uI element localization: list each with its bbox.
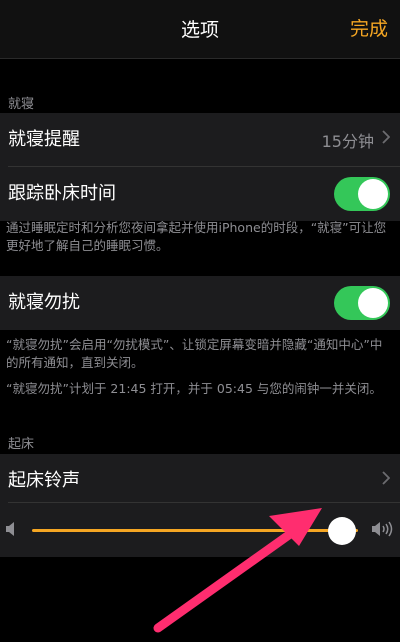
dnd-note: “就寝勿扰”会启用“勿扰模式”、让锁定屏幕变暗并隐藏“通知中心”中的所有通知，直… xyxy=(6,337,383,370)
wake-sound-label: 起床铃声 xyxy=(8,470,80,491)
dnd-label: 就寝勿扰 xyxy=(8,292,80,313)
dnd-row: 就寝勿扰 xyxy=(0,276,400,330)
bedtime-reminder-value: 15分钟 xyxy=(321,132,374,151)
volume-slider-track[interactable] xyxy=(32,529,358,532)
bedtime-reminder-row[interactable]: 就寝提醒 15分钟 xyxy=(0,113,400,167)
track-time-in-bed-toggle[interactable] xyxy=(334,177,390,211)
done-button[interactable]: 完成 xyxy=(350,14,388,41)
toggle-knob xyxy=(358,179,388,209)
nav-bar: 选项 完成 xyxy=(0,0,400,59)
speaker-high-icon xyxy=(372,521,394,541)
wake-sound-row[interactable]: 起床铃声 xyxy=(0,454,400,508)
track-time-in-bed-label: 跟踪卧床时间 xyxy=(8,183,116,204)
chevron-right-icon xyxy=(382,128,391,149)
dnd-toggle[interactable] xyxy=(334,286,390,320)
speaker-low-icon xyxy=(6,521,16,541)
track-time-in-bed-row: 跟踪卧床时间 xyxy=(0,167,400,221)
chevron-right-icon xyxy=(382,469,391,490)
section-header-wake: 起床 xyxy=(8,437,35,452)
page-title: 选项 xyxy=(180,19,219,41)
toggle-knob xyxy=(358,288,388,318)
dnd-schedule-note: “就寝勿扰”计划于 21:45 打开，并于 05:45 与您的闹钟一并关闭。 xyxy=(6,381,382,396)
volume-slider-thumb[interactable] xyxy=(328,517,356,545)
bedtime-footnote: 通过睡眠定时和分析您夜间拿起并使用iPhone的时段，“就寝”可让您更好地了解自… xyxy=(6,220,387,253)
bedtime-reminder-label: 就寝提醒 xyxy=(8,129,80,150)
volume-slider-row xyxy=(0,503,400,557)
section-header-bedtime: 就寝 xyxy=(8,97,35,112)
